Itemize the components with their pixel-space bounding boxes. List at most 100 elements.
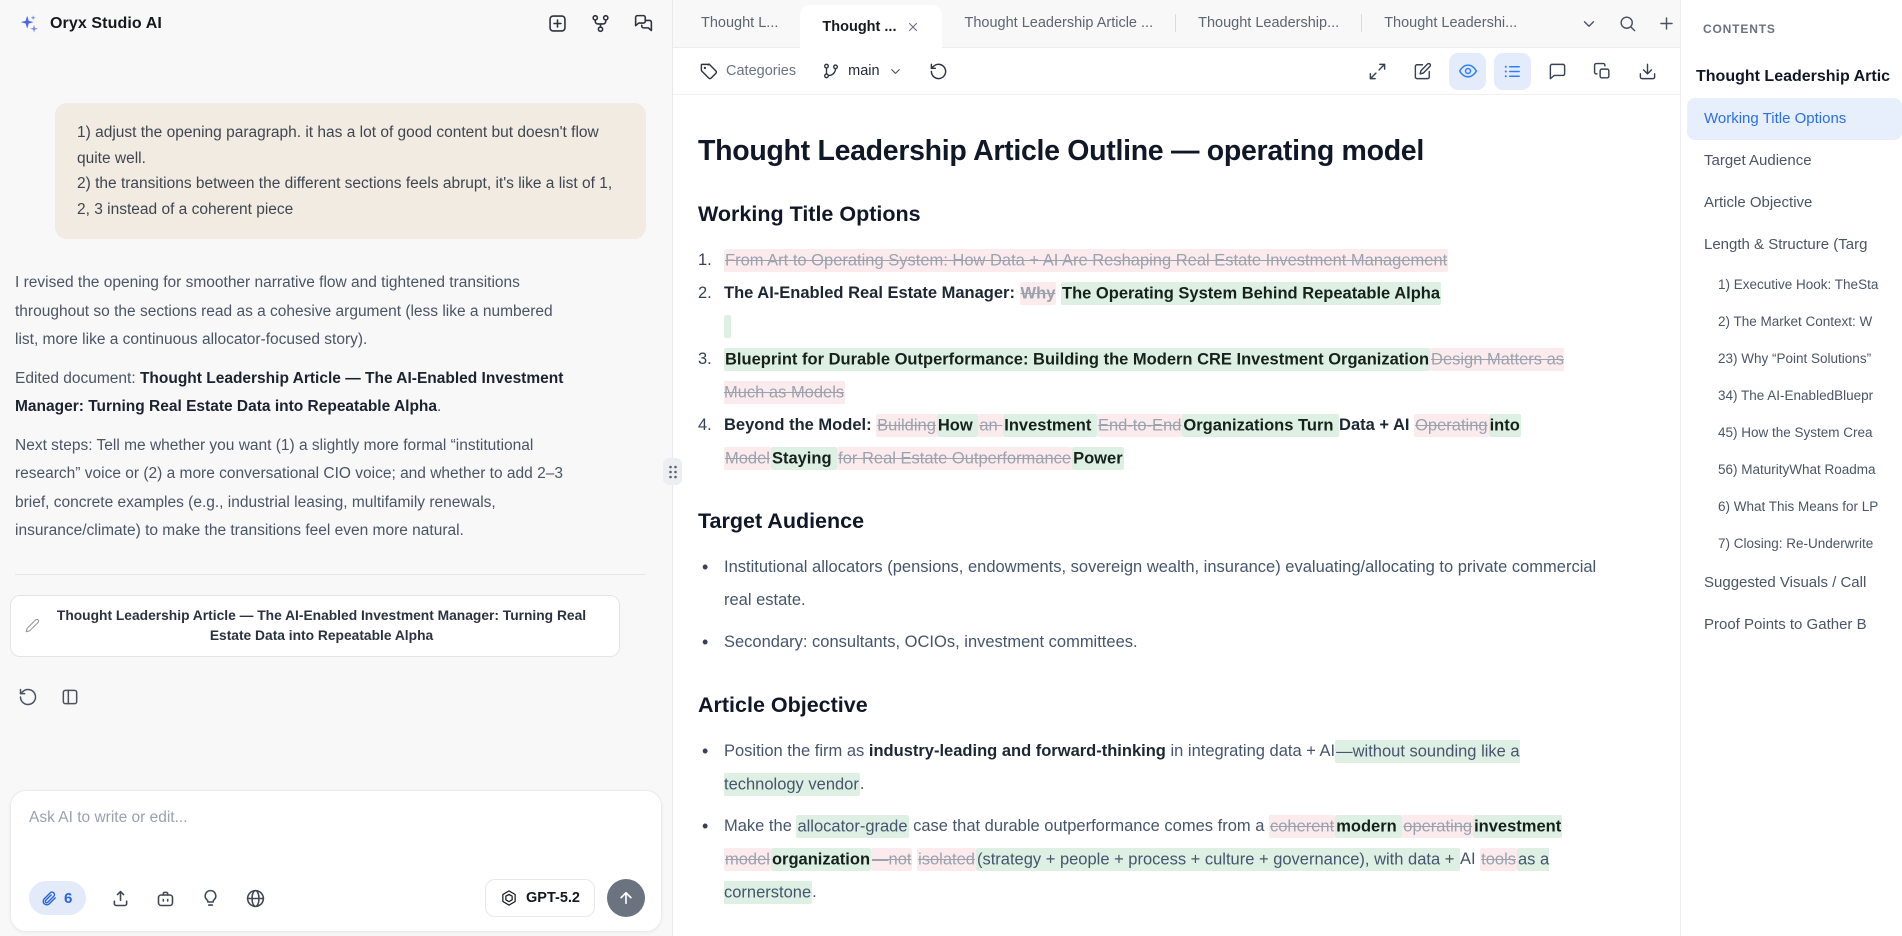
contents-item[interactable]: Target Audience [1681, 140, 1902, 182]
list-marker: 3. [698, 343, 712, 376]
tab-label: Thought Leadershi... [1384, 15, 1517, 31]
contents-item[interactable]: Article Objective [1681, 182, 1902, 224]
text-run: Institutional allocators (pensions, endo… [724, 558, 1596, 609]
inserted-text: organization [771, 848, 871, 871]
panel-resize-handle[interactable] [663, 458, 682, 485]
send-button[interactable] [607, 879, 645, 917]
section-heading: Target Audience [698, 509, 1603, 534]
deleted-text: From Art to Operating System: How Data +… [724, 249, 1448, 272]
download-button[interactable] [1629, 53, 1666, 90]
upload-button[interactable] [110, 888, 131, 909]
tab-close-icon[interactable] [906, 20, 920, 34]
branch-selector[interactable]: main [822, 62, 902, 80]
inserted-text [724, 315, 731, 338]
document-list-item: 3. Blueprint for Durable Outperformance: … [698, 343, 1603, 409]
tab[interactable]: Thought Leadership... [1176, 0, 1361, 47]
text-run: in integrating data + AI [1166, 742, 1335, 760]
list-marker: • [702, 735, 708, 768]
model-name: GPT-5.2 [526, 890, 580, 906]
document-list-item: 2.The AI-Enabled Real Estate Manager: Wh… [698, 277, 1603, 343]
chat-panel: Oryx Studio AI 1) adjust the opening par… [0, 0, 673, 936]
document-preview: Thought Leadership Article Outline — ope… [673, 95, 1680, 936]
contents-item[interactable]: Thought Leadership Artic [1681, 56, 1902, 98]
contents-item[interactable]: Proof Points to Gather B [1681, 604, 1902, 646]
chevron-down-icon [888, 64, 903, 79]
list-marker: • [702, 626, 708, 659]
preview-mode-button[interactable] [1449, 53, 1486, 90]
inserted-text: Blueprint for Durable Outperformance: Bu… [724, 348, 1430, 371]
section-heading: Article Objective [698, 693, 1603, 718]
contents-item[interactable]: 23) Why “Point Solutions” [1681, 340, 1902, 377]
contents-item[interactable]: 56) MaturityWhat Roadma [1681, 451, 1902, 488]
document-list-item: •Make the allocator-grade case that dura… [698, 810, 1603, 909]
user-message: 1) adjust the opening paragraph. it has … [55, 103, 646, 239]
model-selector[interactable]: GPT-5.2 [485, 879, 595, 917]
document-link-chip[interactable]: Thought Leadership Article — The AI-Enab… [10, 595, 620, 657]
contents-item[interactable]: 2) The Market Context: W [1681, 303, 1902, 340]
contents-header: CONTENTS [1681, 22, 1902, 36]
tab[interactable]: Thought L... [679, 0, 800, 47]
inserted-text: allocator-grade [796, 815, 908, 838]
contents-item[interactable]: 34) The AI-EnabledBluepr [1681, 377, 1902, 414]
chat-header: Oryx Studio AI [0, 0, 672, 47]
inserted-text: investment [1473, 815, 1562, 838]
tab[interactable]: Thought ... [800, 5, 942, 48]
tab-list-chevron-down-icon[interactable] [1580, 15, 1598, 33]
deleted-text: isolated [917, 848, 976, 871]
edit-mode-button[interactable] [1404, 53, 1441, 90]
contents-item[interactable]: Length & Structure (Targ [1681, 224, 1902, 266]
contents-item[interactable]: 45) How the System Crea [1681, 414, 1902, 451]
pencil-icon [25, 618, 40, 633]
categories-label: Categories [726, 63, 796, 79]
history-button[interactable] [929, 62, 948, 81]
new-tab-plus-icon[interactable] [1657, 14, 1676, 33]
text-run: case that durable outperformance comes f… [909, 817, 1269, 835]
document-list-item: 4.Beyond the Model: BuildingHow an Inves… [698, 409, 1603, 475]
fullscreen-button[interactable] [1359, 53, 1396, 90]
bot-button[interactable] [155, 888, 176, 909]
contents-item[interactable]: Working Title Options [1687, 98, 1902, 140]
inserted-text: The Operating System Behind Repeatable A… [1061, 282, 1441, 305]
inserted-text: Staying [771, 447, 837, 470]
deleted-text: Building [876, 414, 937, 437]
categories-button[interactable]: Categories [699, 62, 796, 81]
list-marker: 2. [698, 277, 712, 310]
comments-button[interactable] [1539, 53, 1576, 90]
list-marker: 4. [698, 409, 712, 442]
tab[interactable]: Thought Leadership Article ... [942, 0, 1175, 47]
app-brand: Oryx Studio AI [18, 13, 537, 35]
search-icon[interactable] [1618, 14, 1637, 33]
document-toolbar: Categories main [673, 48, 1680, 95]
version-tree-button[interactable] [590, 13, 611, 34]
tab-label: Thought ... [822, 19, 896, 35]
list-marker: 1. [698, 244, 712, 277]
text-run: Make the [724, 817, 796, 835]
contents-item[interactable]: Suggested Visuals / Call [1681, 562, 1902, 604]
split-view-button[interactable] [60, 687, 80, 707]
inserted-text: Investment [1003, 414, 1097, 437]
lightbulb-button[interactable] [200, 888, 221, 909]
branch-name: main [848, 63, 879, 79]
text-run: . [812, 883, 817, 901]
document-title: Thought Leadership Article Outline — ope… [698, 135, 1603, 168]
history-icon [929, 62, 948, 81]
contents-item[interactable]: 7) Closing: Re-Underwrite [1681, 525, 1902, 562]
contents-item[interactable]: 6) What This Means for LP [1681, 488, 1902, 525]
regenerate-button[interactable] [18, 687, 38, 707]
editor-area: Thought L... Thought ... Thought Leadershi… [673, 0, 1680, 936]
composer: 6 [10, 790, 662, 932]
contents-item[interactable]: 1) Executive Hook: TheSta [1681, 266, 1902, 303]
text-run: AI [1460, 850, 1480, 868]
inserted-text: Organizations Turn [1182, 414, 1339, 437]
chat-input[interactable] [29, 809, 645, 879]
new-document-button[interactable] [547, 13, 568, 34]
copy-button[interactable] [1584, 53, 1621, 90]
document-list-item: •Secondary: consultants, OCIOs, investme… [698, 626, 1603, 659]
outline-toggle-button[interactable] [1494, 53, 1531, 90]
tab[interactable]: Thought Leadershi... [1362, 0, 1539, 47]
deleted-text: model [724, 848, 771, 871]
attachments-button[interactable]: 6 [29, 881, 86, 915]
conversations-button[interactable] [633, 13, 654, 34]
openai-logo-icon [500, 889, 518, 907]
web-search-button[interactable] [245, 888, 266, 909]
